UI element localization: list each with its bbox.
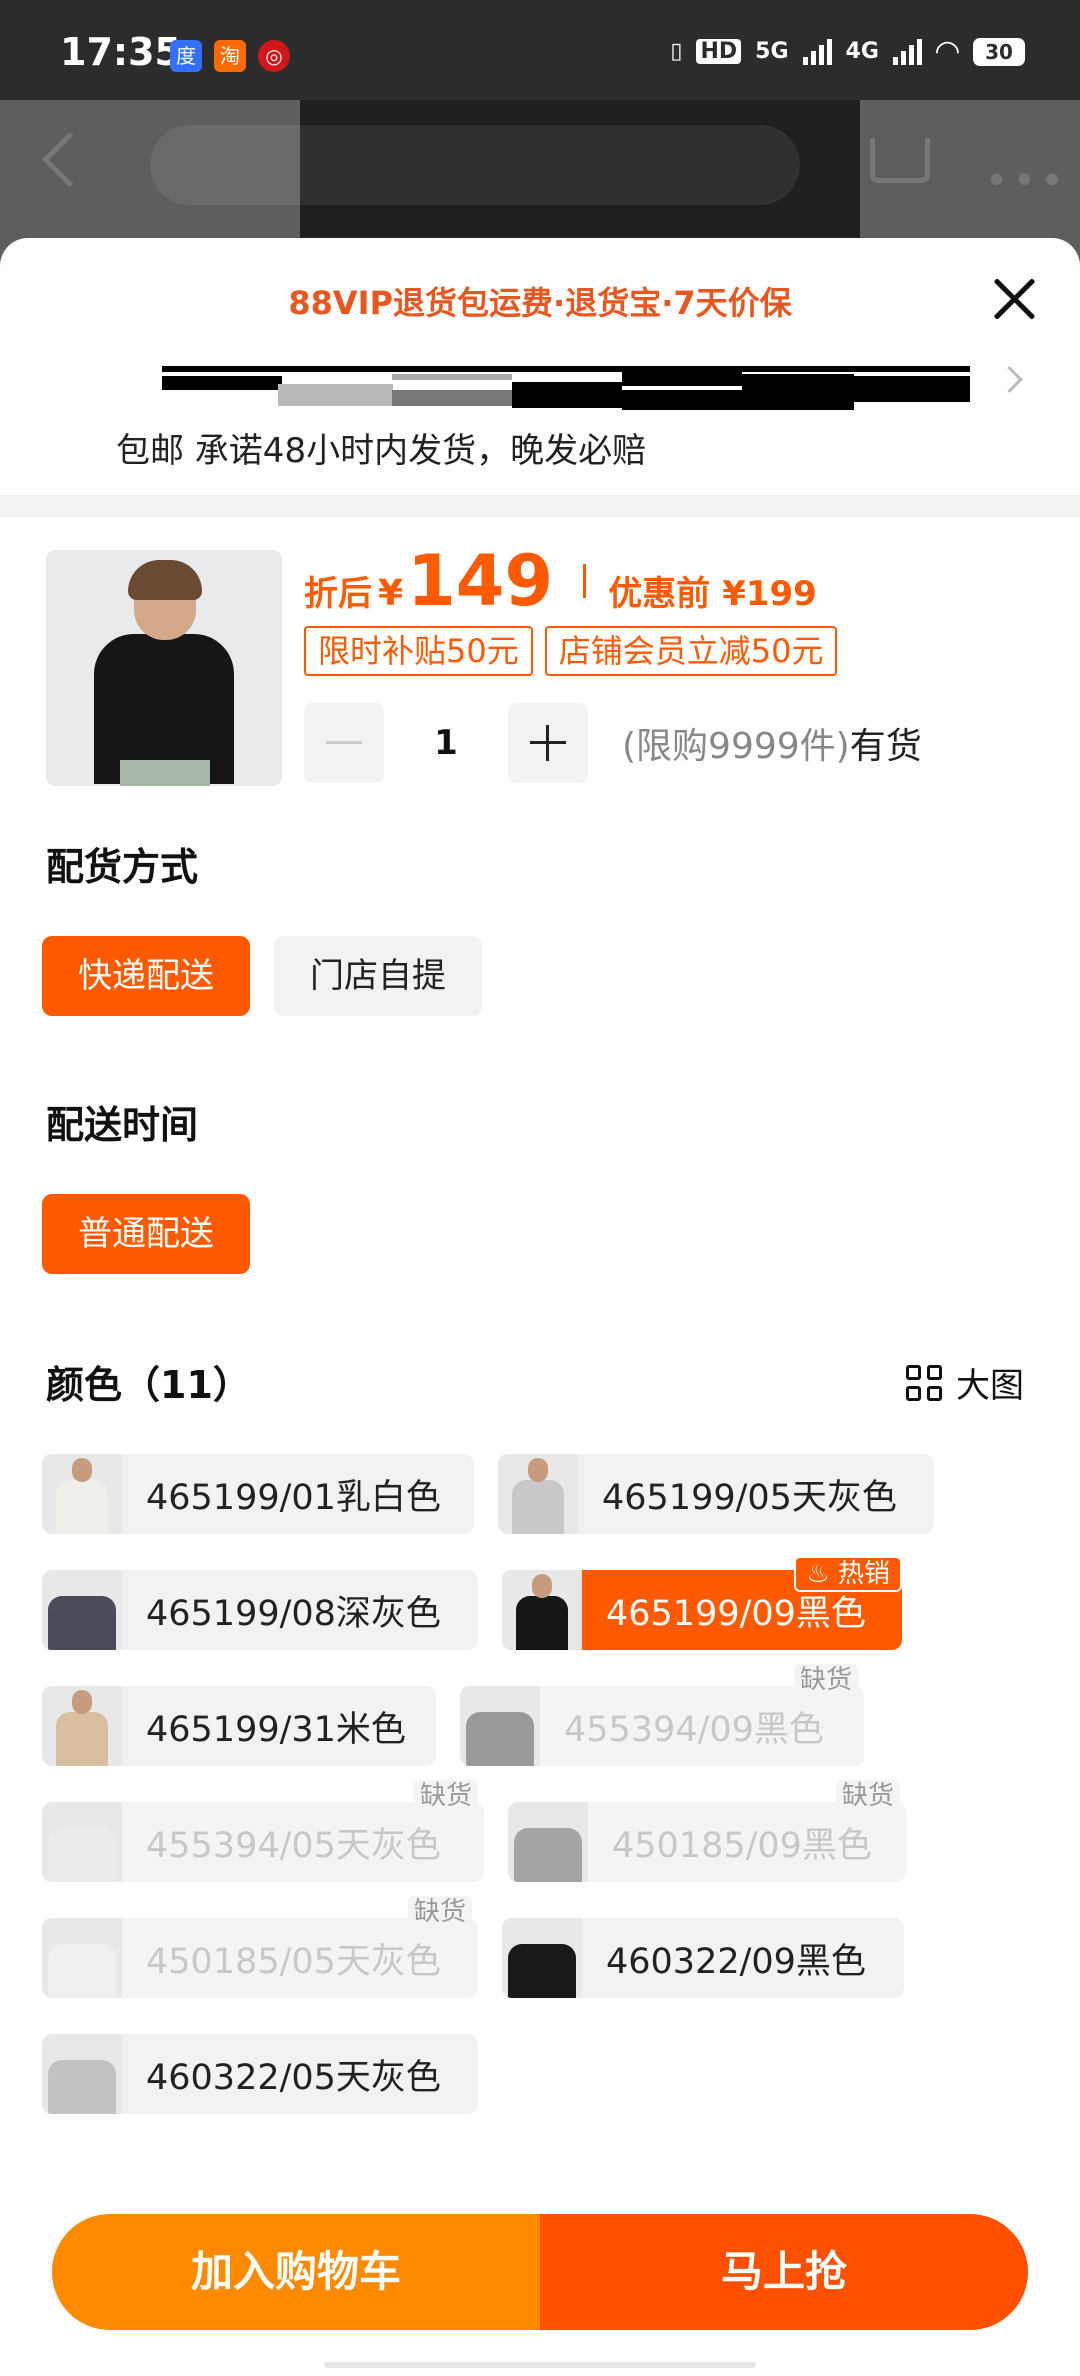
color-option-soldout[interactable]: 450185/05天灰色 缺货 bbox=[42, 1896, 478, 1998]
discount-tag: 限时补贴50元 bbox=[304, 626, 533, 676]
color-option[interactable]: 465199/05天灰色 bbox=[498, 1454, 934, 1534]
hot-label: 热销 bbox=[837, 1559, 890, 1589]
color-swatch bbox=[502, 1570, 582, 1650]
color-label: 450185/09黑色 bbox=[612, 1825, 872, 1866]
discount-tags: 限时补贴50元 店铺会员立减50元 bbox=[304, 626, 838, 676]
soldout-badge: 缺货 bbox=[413, 1780, 478, 1812]
color-label: 465199/09黑色 bbox=[606, 1593, 866, 1634]
big-picture-label: 大图 bbox=[956, 1366, 1024, 1406]
quantity-stepper: 1 (限购9999件)有货 bbox=[304, 703, 922, 783]
shipping-note: 包邮 承诺48小时内发货，晚发必赔 bbox=[116, 431, 647, 471]
color-swatch bbox=[508, 1802, 588, 1882]
color-swatch bbox=[42, 1918, 122, 1998]
big-picture-toggle[interactable]: 大图 bbox=[906, 1358, 1024, 1407]
flame-icon: ♨ bbox=[806, 1559, 830, 1589]
color-option[interactable]: 460322/05天灰色 bbox=[42, 2034, 478, 2114]
stock-info: (限购9999件)有货 bbox=[622, 717, 922, 769]
color-option-soldout[interactable]: 455394/09黑色 缺货 bbox=[460, 1664, 864, 1766]
color-label: 460322/09黑色 bbox=[606, 1941, 866, 1982]
color-label: 465199/08深灰色 bbox=[146, 1593, 441, 1634]
signal-icon-2 bbox=[892, 38, 922, 65]
price-before-label: 优惠前 bbox=[608, 574, 711, 614]
hd-icon: HD bbox=[696, 39, 742, 64]
wifi-icon: ◠ bbox=[935, 34, 959, 69]
delivery-method-title: 配货方式 bbox=[46, 845, 199, 889]
delivery-option-express[interactable]: 快递配送 bbox=[42, 936, 250, 1016]
battery-icon: 30 bbox=[973, 37, 1025, 66]
net-4g-label: 4G bbox=[845, 39, 879, 64]
color-option[interactable]: 460322/09黑色 bbox=[502, 1918, 904, 1998]
color-label: 465199/05天灰色 bbox=[602, 1477, 897, 1518]
current-price: 149 bbox=[407, 540, 554, 622]
color-title: 颜色（11） bbox=[46, 1363, 251, 1407]
vibrate-icon: ▯ bbox=[670, 39, 683, 64]
color-swatch bbox=[498, 1454, 578, 1534]
background-search-bar bbox=[150, 125, 800, 205]
color-option-soldout[interactable]: 455394/05天灰色 缺货 bbox=[42, 1780, 484, 1882]
stock-limit: (限购9999件) bbox=[622, 726, 850, 767]
color-option[interactable]: 465199/01乳白色 bbox=[42, 1454, 474, 1534]
product-thumbnail[interactable] bbox=[46, 550, 282, 786]
soldout-badge: 缺货 bbox=[793, 1664, 858, 1696]
delivery-time-standard[interactable]: 普通配送 bbox=[42, 1194, 250, 1274]
divider bbox=[0, 495, 1080, 517]
soldout-badge: 缺货 bbox=[407, 1896, 472, 1928]
status-indicators: ▯ HD 5G 4G ◠ 30 bbox=[670, 34, 1025, 69]
delivery-time-title: 配送时间 bbox=[46, 1103, 199, 1147]
color-label: 460322/05天灰色 bbox=[146, 2057, 441, 2098]
color-swatch bbox=[460, 1686, 540, 1766]
color-label: 465199/31米色 bbox=[146, 1709, 406, 1750]
price-before-value: ¥199 bbox=[722, 574, 817, 614]
promo-banner: 88VIP退货包运费·退货宝·7天价保 bbox=[288, 284, 792, 322]
home-indicator[interactable] bbox=[324, 2362, 756, 2368]
price-row: 折后 ¥ 149 优惠前 ¥199 bbox=[304, 540, 817, 622]
delivery-option-pickup[interactable]: 门店自提 bbox=[274, 936, 482, 1016]
stock-status: 有货 bbox=[849, 726, 922, 767]
color-swatch bbox=[42, 1686, 122, 1766]
color-swatch bbox=[42, 1570, 122, 1650]
buy-now-button[interactable]: 马上抢 bbox=[540, 2214, 1028, 2330]
currency-symbol: ¥ bbox=[378, 573, 404, 614]
price-prefix: 折后 bbox=[304, 574, 372, 614]
app-notify-icon: ◎ bbox=[258, 40, 290, 72]
cart-icon bbox=[870, 138, 930, 183]
price-separator bbox=[583, 564, 587, 598]
more-icon: ••• bbox=[985, 158, 1068, 204]
soldout-badge: 缺货 bbox=[835, 1780, 900, 1812]
signal-icon bbox=[802, 38, 832, 65]
color-label: 455394/09黑色 bbox=[564, 1709, 824, 1750]
increment-button[interactable] bbox=[508, 703, 588, 783]
net-5g-label: 5G bbox=[755, 39, 789, 64]
status-bar: 17:35 度 淘 ◎ ▯ HD 5G 4G ◠ 30 bbox=[0, 0, 1080, 100]
color-option[interactable]: 465199/31米色 bbox=[42, 1686, 436, 1766]
close-icon[interactable] bbox=[984, 268, 1044, 328]
decrement-button[interactable] bbox=[304, 703, 384, 783]
status-time: 17:35 bbox=[60, 30, 181, 74]
color-label: 450185/05天灰色 bbox=[146, 1941, 441, 1982]
grid-view-icon bbox=[906, 1364, 942, 1401]
color-label: 455394/05天灰色 bbox=[146, 1825, 441, 1866]
add-to-cart-button[interactable]: 加入购物车 bbox=[52, 2214, 540, 2330]
color-swatch bbox=[42, 2034, 122, 2114]
color-swatch bbox=[42, 1454, 122, 1534]
discount-tag: 店铺会员立减50元 bbox=[544, 626, 838, 676]
color-swatch bbox=[502, 1918, 582, 1998]
quantity-value[interactable]: 1 bbox=[384, 723, 508, 763]
color-option-soldout[interactable]: 450185/09黑色 缺货 bbox=[508, 1780, 906, 1882]
baidu-app-icon: 度 bbox=[170, 40, 202, 72]
color-option-selected[interactable]: 465199/09黑色 ♨ 热销 bbox=[502, 1556, 902, 1650]
hot-badge: ♨ 热销 bbox=[794, 1556, 902, 1592]
color-label: 465199/01乳白色 bbox=[146, 1477, 441, 1518]
chevron-right-icon[interactable] bbox=[996, 366, 1023, 393]
redacted-address bbox=[162, 366, 970, 410]
taobao-app-icon: 淘 bbox=[214, 40, 246, 72]
sku-bottom-sheet: 88VIP退货包运费·退货宝·7天价保 包邮 承诺48小时内发货，晚发必赔 折后… bbox=[0, 238, 1080, 2376]
color-swatch bbox=[42, 1802, 122, 1882]
color-option[interactable]: 465199/08深灰色 bbox=[42, 1570, 478, 1650]
